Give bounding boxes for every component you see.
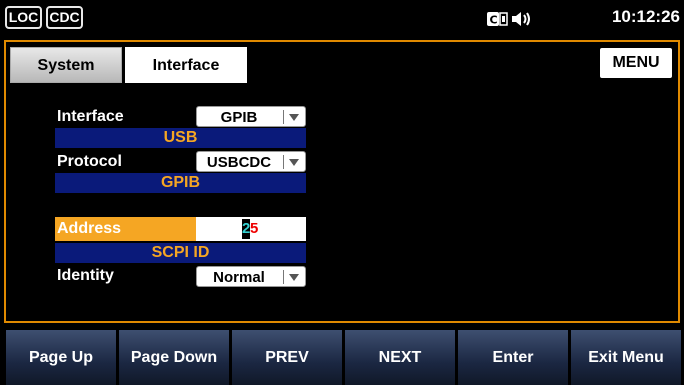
page-up-button[interactable]: Page Up	[6, 330, 116, 385]
loc-indicator: LOC	[5, 6, 42, 29]
identity-label: Identity	[57, 267, 114, 284]
next-button[interactable]: NEXT	[345, 330, 455, 385]
address-input[interactable]: 2 5	[196, 217, 306, 241]
enter-button[interactable]: Enter	[458, 330, 568, 385]
status-bar	[0, 0, 684, 40]
svg-text:C: C	[490, 14, 498, 27]
usb-section-header: USB	[55, 128, 306, 148]
address-digit-cursor: 2	[242, 219, 251, 239]
cdc-indicator: CDC	[46, 6, 83, 29]
exit-menu-button[interactable]: Exit Menu	[571, 330, 681, 385]
chevron-down-icon	[289, 159, 299, 166]
tab-system[interactable]: System	[10, 47, 122, 83]
usb-connection-icon: C	[486, 9, 508, 29]
protocol-select[interactable]: USBCDC	[196, 151, 306, 172]
divider	[283, 110, 284, 124]
page-down-button[interactable]: Page Down	[119, 330, 229, 385]
identity-select-value: Normal	[213, 269, 265, 286]
chevron-down-icon	[289, 274, 299, 281]
clock: 10:12:26	[611, 7, 680, 26]
scpi-id-section-header: SCPI ID	[55, 243, 306, 263]
speaker-icon	[510, 9, 534, 29]
gpib-section-header: GPIB	[55, 173, 306, 193]
interface-label: Interface	[57, 108, 124, 125]
address-digit: 5	[250, 220, 259, 237]
menu-button[interactable]: MENU	[599, 47, 673, 79]
address-label: Address	[55, 217, 196, 241]
divider	[283, 270, 284, 284]
chevron-down-icon	[289, 114, 299, 121]
interface-select[interactable]: GPIB	[196, 106, 306, 127]
prev-button[interactable]: PREV	[232, 330, 342, 385]
interface-select-value: GPIB	[220, 109, 258, 126]
protocol-label: Protocol	[57, 153, 122, 170]
tab-interface[interactable]: Interface	[125, 47, 247, 83]
identity-select[interactable]: Normal	[196, 266, 306, 287]
divider	[283, 155, 284, 169]
protocol-select-value: USBCDC	[206, 154, 272, 171]
